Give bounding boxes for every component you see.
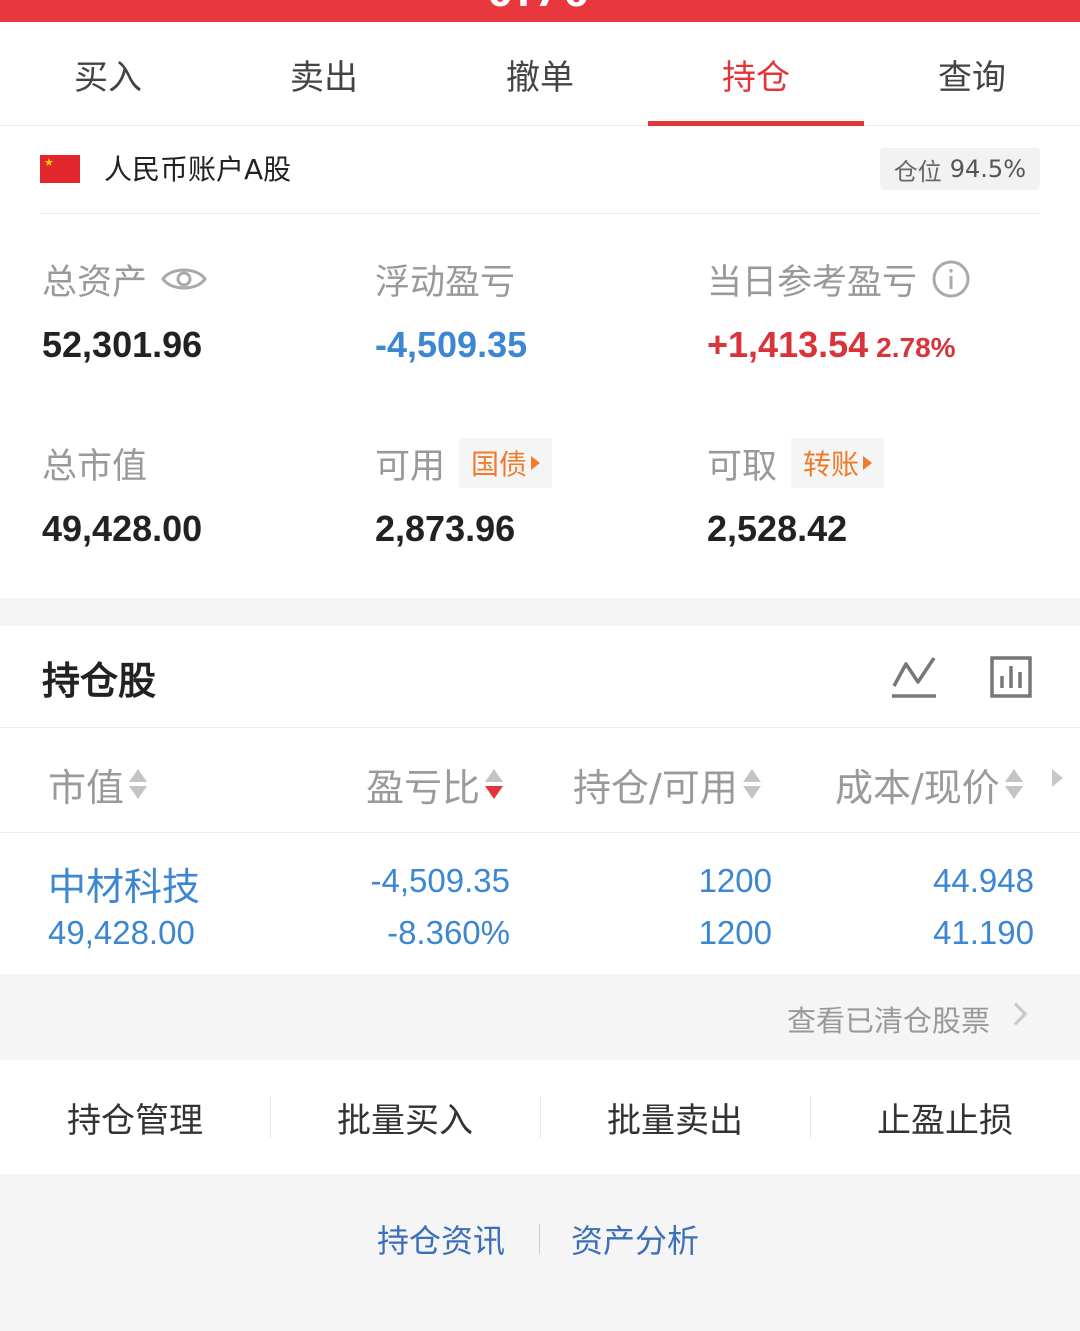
cn-flag-icon: ★ xyxy=(40,155,80,183)
holding-actions: 持仓管理 批量买入 批量卖出 止盈止损 xyxy=(0,1060,1080,1174)
batch-sell-button[interactable]: 批量卖出 xyxy=(540,1060,810,1174)
batch-buy-button[interactable]: 批量买入 xyxy=(270,1060,540,1174)
stock-available: 1200 xyxy=(698,914,772,951)
asset-analysis-link[interactable]: 资产分析 xyxy=(571,1216,699,1262)
footer-divider xyxy=(539,1224,540,1254)
bar-chart-icon[interactable] xyxy=(990,656,1032,698)
manage-holdings-button[interactable]: 持仓管理 xyxy=(0,1060,270,1174)
treasury-bond-button[interactable]: 国债 xyxy=(459,438,553,488)
metric-daily-pl: 当日参考盈亏 +1,413.54 2.78% xyxy=(707,254,971,366)
trade-tabs: 买入 卖出 撤单 持仓 查询 xyxy=(0,22,1080,126)
section-divider xyxy=(0,598,1080,626)
market-value-label: 总市值 xyxy=(42,446,148,487)
col-market-value-label: 市值 xyxy=(48,766,125,810)
line-chart-icon[interactable] xyxy=(890,654,938,700)
treasury-bond-label: 国债 xyxy=(471,448,528,481)
col-pl-ratio-label: 盈亏比 xyxy=(366,766,481,810)
withdrawable-value: 2,528.42 xyxy=(707,508,848,549)
available-label: 可用 xyxy=(375,446,446,487)
stock-market-value: 49,428.00 xyxy=(48,914,195,951)
holdings-header: 持仓股 xyxy=(0,626,1080,728)
floating-pl-label: 浮动盈亏 xyxy=(375,262,516,303)
scroll-right-icon[interactable] xyxy=(1052,769,1063,787)
stock-pl-percent: -8.360% xyxy=(387,914,510,951)
position-label: 仓位 xyxy=(893,157,942,186)
position-value: 94.5% xyxy=(949,155,1026,183)
daily-pl-label: 当日参考盈亏 xyxy=(707,262,918,303)
tab-holdings[interactable]: 持仓 xyxy=(648,22,864,126)
stop-profit-loss-button[interactable]: 止盈止损 xyxy=(810,1060,1080,1174)
triangle-right-icon xyxy=(531,456,541,470)
info-icon[interactable] xyxy=(931,259,971,299)
col-cost-price-label: 成本/现价 xyxy=(835,766,1000,810)
sort-icon xyxy=(742,767,762,803)
stock-price: 41.190 xyxy=(933,914,1034,951)
metric-total-assets: 总资产 52,301.96 xyxy=(42,254,207,366)
total-assets-label: 总资产 xyxy=(42,262,148,303)
col-pl-ratio[interactable]: 盈亏比 xyxy=(366,757,504,812)
holdings-title: 持仓股 xyxy=(42,659,157,703)
triangle-right-icon xyxy=(863,456,873,470)
holdings-column-headers: 市值 盈亏比 持仓/可用 成本/现价 xyxy=(0,729,1080,833)
stock-name: 中材科技 xyxy=(48,865,201,909)
metric-floating-pl: 浮动盈亏 -4,509.35 xyxy=(375,254,527,366)
col-market-value[interactable]: 市值 xyxy=(48,757,148,812)
status-clipped-text: 0.76 xyxy=(0,0,1080,15)
cleared-stocks-link[interactable]: 查看已清仓股票 xyxy=(787,998,990,1040)
asset-metrics: 总资产 52,301.96 浮动盈亏 -4,509.35 当日参考盈亏 +1,4… xyxy=(0,214,1080,598)
available-value: 2,873.96 xyxy=(375,508,516,549)
chevron-right-icon xyxy=(1004,1002,1028,1026)
stock-position: 1200 xyxy=(698,862,772,899)
transfer-label: 转账 xyxy=(803,448,860,481)
holdings-news-link[interactable]: 持仓资讯 xyxy=(377,1216,505,1262)
daily-pl-value: +1,413.54 xyxy=(707,324,869,365)
withdrawable-label: 可取 xyxy=(707,446,778,487)
market-value-value: 49,428.00 xyxy=(42,508,203,549)
position-ratio-badge: 仓位 94.5% xyxy=(879,148,1040,190)
col-cost-price[interactable]: 成本/现价 xyxy=(835,757,1024,812)
tab-cancel-order[interactable]: 撤单 xyxy=(432,22,648,126)
top-status-bar: 0.76 xyxy=(0,0,1080,22)
sort-icon xyxy=(128,767,148,803)
stock-pl: -4,509.35 xyxy=(370,862,510,899)
account-row[interactable]: ★ 人民币账户A股 仓位 94.5% xyxy=(40,126,1040,214)
table-row[interactable]: 中材科技 49,428.00 -4,509.35 -8.360% 1200 12… xyxy=(0,834,1080,974)
footer-links: 持仓资讯 资产分析 xyxy=(0,1174,1080,1331)
total-assets-value: 52,301.96 xyxy=(42,324,203,365)
transfer-button[interactable]: 转账 xyxy=(791,438,885,488)
cleared-stocks-bar: 查看已清仓股票 xyxy=(0,974,1080,1060)
metric-market-value: 总市值 49,428.00 xyxy=(42,438,202,550)
tab-buy[interactable]: 买入 xyxy=(0,22,216,126)
metric-available: 可用 国债 2,873.96 xyxy=(375,438,553,550)
tab-sell[interactable]: 卖出 xyxy=(216,22,432,126)
account-name: 人民币账户A股 xyxy=(104,153,292,186)
tab-query[interactable]: 查询 xyxy=(864,22,1080,126)
col-position-label: 持仓/可用 xyxy=(573,766,738,810)
daily-pl-percent: 2.78% xyxy=(876,332,956,363)
sort-icon xyxy=(1004,767,1024,803)
eye-icon[interactable] xyxy=(161,264,207,294)
floating-pl-value: -4,509.35 xyxy=(375,324,528,365)
stock-cost: 44.948 xyxy=(933,862,1034,899)
col-position-available[interactable]: 持仓/可用 xyxy=(573,757,762,812)
metric-withdrawable: 可取 转账 2,528.42 xyxy=(707,438,885,550)
sort-desc-icon xyxy=(484,767,504,803)
